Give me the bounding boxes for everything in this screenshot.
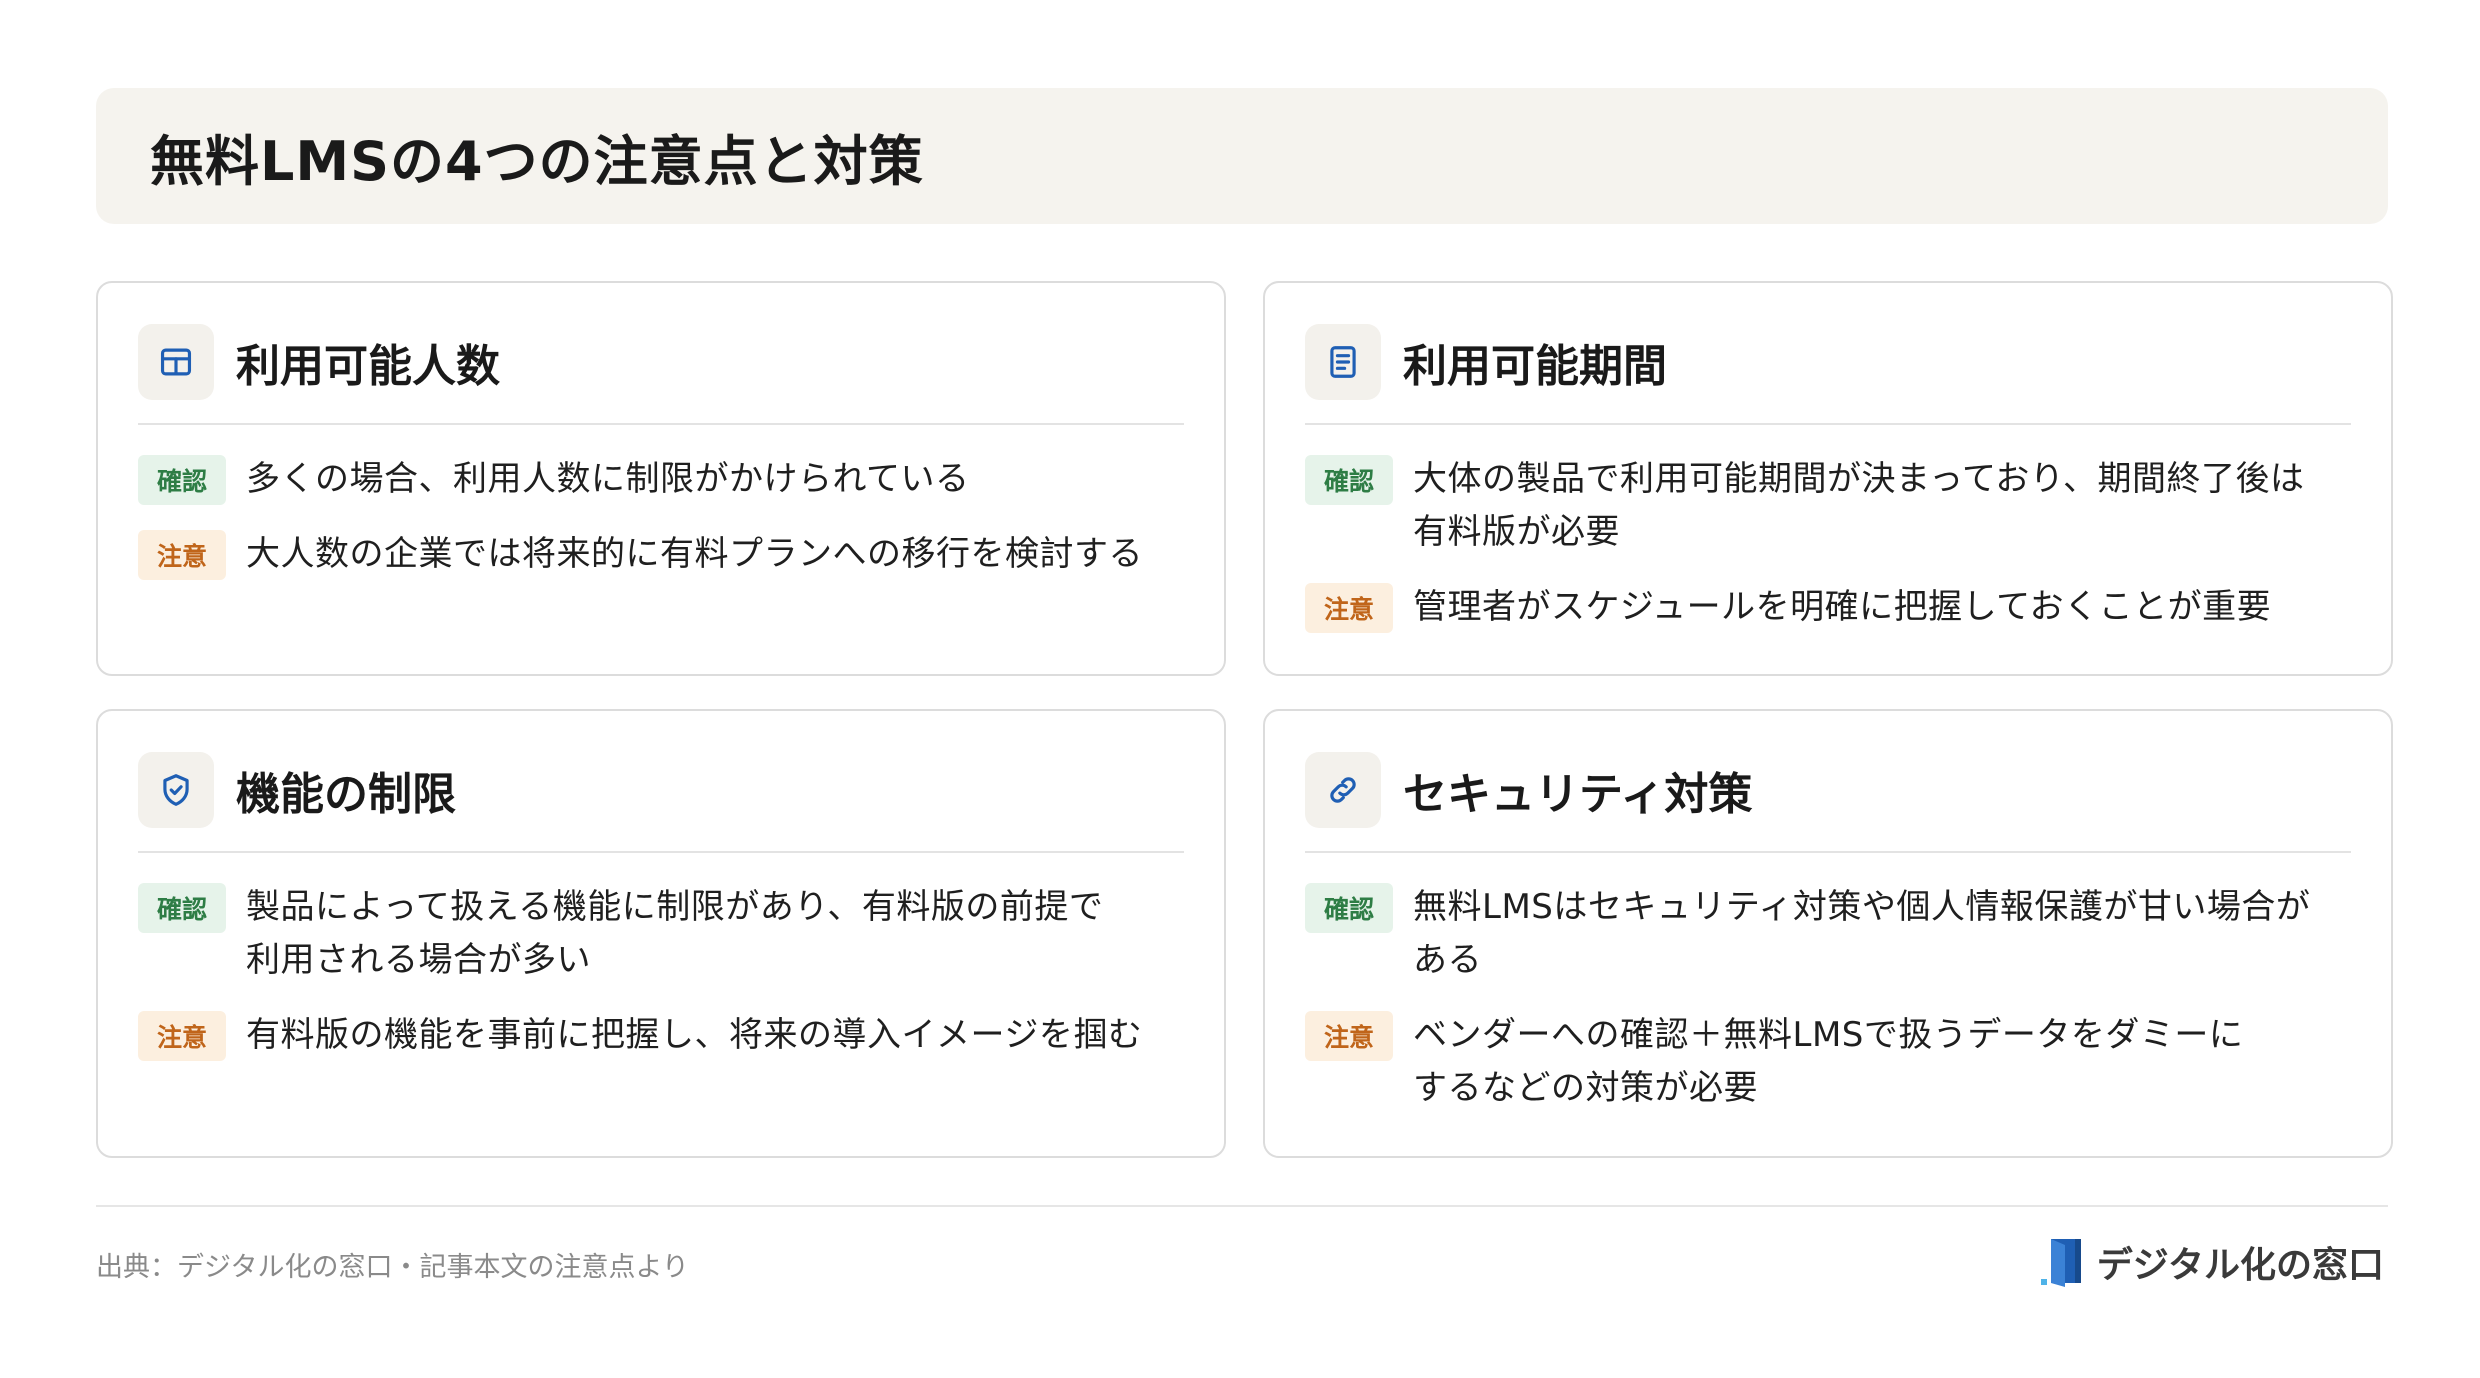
card-feature-limits: 機能の制限 確認 製品によって扱える機能に制限があり、有料版の前提で 利用される… <box>96 709 1226 1158</box>
caution-badge: 注意 <box>138 530 226 580</box>
confirm-text: 無料LMSはセキュリティ対策や個人情報保護が甘い場合が ある <box>1413 881 2310 987</box>
card-header: セキュリティ対策 <box>1305 751 2351 829</box>
shield-check-icon <box>138 752 214 828</box>
caution-text: 有料版の機能を事前に把握し、将来の導入イメージを掴む <box>246 1009 1142 1062</box>
confirm-row: 確認 製品によって扱える機能に制限があり、有料版の前提で 利用される場合が多い <box>138 881 1184 987</box>
text-line: 多くの場合、利用人数に制限がかけられている <box>246 459 970 499</box>
confirm-badge: 確認 <box>138 455 226 505</box>
divider <box>1305 851 2351 853</box>
card-title: 機能の制限 <box>236 769 456 820</box>
caution-row: 注意 有料版の機能を事前に把握し、将来の導入イメージを掴む <box>138 1009 1184 1062</box>
text-line: 大体の製品で利用可能期間が決まっており、期間終了後は <box>1413 459 2305 499</box>
confirm-badge: 確認 <box>1305 455 1393 505</box>
card-usage-period: 利用可能期間 確認 大体の製品で利用可能期間が決まっており、期間終了後は 有料版… <box>1263 281 2393 676</box>
confirm-row: 確認 大体の製品で利用可能期間が決まっており、期間終了後は 有料版が必要 <box>1305 453 2351 559</box>
caution-badge: 注意 <box>138 1011 226 1061</box>
footer-divider <box>96 1205 2388 1207</box>
confirm-text: 多くの場合、利用人数に制限がかけられている <box>246 453 969 506</box>
table-icon <box>138 324 214 400</box>
text-line: 大人数の企業では将来的に有料プランへの移行を検討する <box>246 534 1143 574</box>
document-icon <box>1305 324 1381 400</box>
card-security: セキュリティ対策 確認 無料LMSはセキュリティ対策や個人情報保護が甘い場合が … <box>1263 709 2393 1158</box>
source-note: 出典：デジタル化の窓口・記事本文の注意点より <box>96 1252 689 1283</box>
text-line: するなどの対策が必要 <box>1413 1068 1758 1108</box>
text-line: 製品によって扱える機能に制限があり、有料版の前提で <box>246 887 1104 927</box>
divider <box>138 851 1184 853</box>
text-line: ある <box>1413 940 1482 980</box>
text-line: 利用される場合が多い <box>246 940 591 980</box>
text-line: ベンダーへの確認＋無料LMSで扱うデータをダミーに <box>1413 1015 2244 1055</box>
card-header: 機能の制限 <box>138 751 1184 829</box>
confirm-row: 確認 多くの場合、利用人数に制限がかけられている <box>138 453 1184 506</box>
card-header: 利用可能人数 <box>138 323 1184 401</box>
brand: デジタル化の窓口 <box>2040 1236 2384 1288</box>
card-title: 利用可能期間 <box>1403 341 1667 392</box>
caution-badge: 注意 <box>1305 583 1393 633</box>
brand-name: デジタル化の窓口 <box>2096 1245 2384 1286</box>
door-logo-icon <box>2040 1239 2081 1287</box>
text-line: 無料LMSはセキュリティ対策や個人情報保護が甘い場合が <box>1413 887 2311 927</box>
caution-text: 管理者がスケジュールを明確に把握しておくことが重要 <box>1413 581 2271 634</box>
slide: 無料LMSの4つの注意点と対策 利用可能人数 確認 多くの場合、利用人数に制限が… <box>0 0 2480 1378</box>
confirm-text: 大体の製品で利用可能期間が決まっており、期間終了後は 有料版が必要 <box>1413 453 2305 559</box>
card-title: 利用可能人数 <box>236 341 500 392</box>
title-bar: 無料LMSの4つの注意点と対策 <box>96 88 2388 224</box>
text-line: 管理者がスケジュールを明確に把握しておくことが重要 <box>1413 587 2272 627</box>
confirm-badge: 確認 <box>1305 883 1393 933</box>
caution-badge: 注意 <box>1305 1011 1393 1061</box>
caution-row: 注意 ベンダーへの確認＋無料LMSで扱うデータをダミーに するなどの対策が必要 <box>1305 1009 2351 1115</box>
caution-text: ベンダーへの確認＋無料LMSで扱うデータをダミーに するなどの対策が必要 <box>1413 1009 2243 1115</box>
caution-row: 注意 大人数の企業では将来的に有料プランへの移行を検討する <box>138 528 1184 581</box>
divider <box>138 423 1184 425</box>
confirm-text: 製品によって扱える機能に制限があり、有料版の前提で 利用される場合が多い <box>246 881 1103 987</box>
confirm-row: 確認 無料LMSはセキュリティ対策や個人情報保護が甘い場合が ある <box>1305 881 2351 987</box>
text-line: 有料版が必要 <box>1413 512 1620 552</box>
page-title: 無料LMSの4つの注意点と対策 <box>150 129 924 193</box>
divider <box>1305 423 2351 425</box>
text-line: 有料版の機能を事前に把握し、将来の導入イメージを掴む <box>246 1015 1143 1055</box>
link-icon <box>1305 752 1381 828</box>
card-user-count: 利用可能人数 確認 多くの場合、利用人数に制限がかけられている 注意 大人数の企… <box>96 281 1226 676</box>
card-header: 利用可能期間 <box>1305 323 2351 401</box>
card-title: セキュリティ対策 <box>1403 769 1753 820</box>
confirm-badge: 確認 <box>138 883 226 933</box>
caution-text: 大人数の企業では将来的に有料プランへの移行を検討する <box>246 528 1143 581</box>
caution-row: 注意 管理者がスケジュールを明確に把握しておくことが重要 <box>1305 581 2351 634</box>
